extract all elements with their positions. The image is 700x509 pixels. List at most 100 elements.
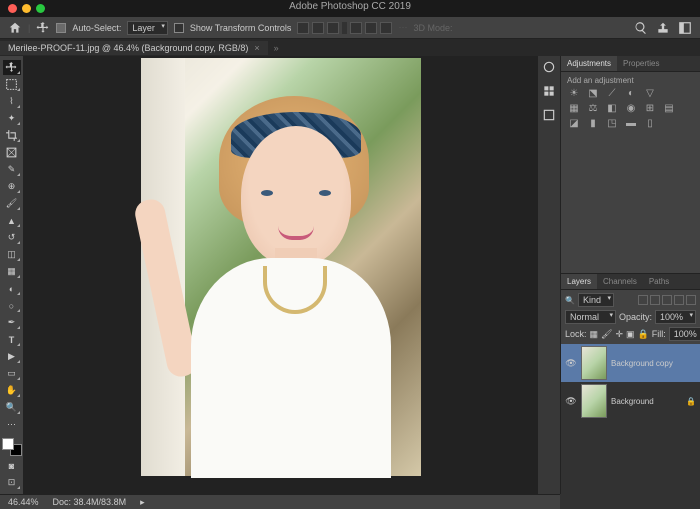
tab-overflow-icon[interactable]: » — [274, 43, 279, 53]
stamp-tool[interactable]: ▲ — [3, 213, 21, 228]
workspace-switcher-icon[interactable] — [678, 21, 692, 35]
fill-field[interactable]: 100% — [669, 327, 700, 341]
hand-tool[interactable]: ✋ — [3, 383, 21, 398]
invert-adjust-icon[interactable]: ◪ — [567, 118, 581, 130]
layer-filter-kind[interactable]: Kind — [578, 293, 614, 307]
auto-select-dropdown[interactable]: Layer — [127, 21, 168, 35]
selective-color-adjust-icon[interactable]: ▯ — [643, 118, 657, 130]
tab-adjustments[interactable]: Adjustments — [561, 56, 617, 71]
gradient-tool[interactable]: ▦ — [3, 264, 21, 279]
auto-select-label: Auto-Select: — [72, 23, 121, 33]
brightness-adjust-icon[interactable]: ☀ — [567, 88, 581, 100]
channel-mixer-adjust-icon[interactable]: ⊞ — [643, 103, 657, 115]
gradient-map-adjust-icon[interactable]: ▬ — [624, 118, 638, 130]
blur-tool[interactable]: ◐ — [3, 281, 21, 296]
eraser-tool[interactable]: ◫ — [3, 247, 21, 262]
blend-mode-dropdown[interactable]: Normal — [565, 310, 616, 324]
search-icon[interactable] — [634, 21, 648, 35]
screen-mode-icon[interactable]: ⊡ — [3, 475, 21, 490]
filter-smart-icon[interactable] — [686, 295, 696, 305]
doc-info[interactable]: Doc: 38.4M/83.8M — [53, 497, 127, 507]
auto-select-checkbox[interactable] — [56, 23, 66, 33]
share-icon[interactable] — [656, 21, 670, 35]
opacity-field[interactable]: 100% — [655, 310, 696, 324]
pen-tool[interactable]: ✒ — [3, 315, 21, 330]
lock-pixels-icon[interactable]: 🖌 — [601, 329, 612, 340]
threshold-adjust-icon[interactable]: ◳ — [605, 118, 619, 130]
align-right-icon[interactable] — [380, 22, 392, 34]
layer-row[interactable]: 👁 Background 🔒 — [561, 382, 700, 420]
vibrance-adjust-icon[interactable]: ▽ — [643, 88, 657, 100]
canvas[interactable] — [23, 56, 538, 494]
lock-position-icon[interactable]: ✛ — [615, 329, 623, 340]
align-vcenter-icon[interactable] — [312, 22, 324, 34]
align-bottom-icon[interactable] — [327, 22, 339, 34]
quick-mask-icon[interactable]: ◙ — [3, 458, 21, 473]
align-left-icon[interactable] — [350, 22, 362, 34]
lasso-tool[interactable]: ⌇ — [3, 94, 21, 109]
close-tab-icon[interactable]: × — [254, 43, 259, 53]
show-transform-checkbox[interactable] — [174, 23, 184, 33]
bw-adjust-icon[interactable]: ◧ — [605, 103, 619, 115]
tab-paths[interactable]: Paths — [643, 274, 675, 289]
filter-type-icon[interactable] — [662, 295, 672, 305]
color-lookup-adjust-icon[interactable]: ▤ — [662, 103, 676, 115]
tab-channels[interactable]: Channels — [597, 274, 643, 289]
swatches-panel-icon[interactable] — [541, 84, 557, 98]
edit-toolbar-icon[interactable]: ⋯ — [3, 417, 21, 432]
status-chevron-icon[interactable]: ▸ — [140, 497, 145, 508]
filter-adjust-icon[interactable] — [650, 295, 660, 305]
libraries-panel-icon[interactable] — [541, 108, 557, 122]
align-top-icon[interactable] — [297, 22, 309, 34]
layer-thumbnail[interactable] — [581, 384, 607, 418]
lock-all-icon[interactable]: 🔒 — [638, 329, 649, 340]
tab-properties[interactable]: Properties — [617, 56, 665, 71]
align-hcenter-icon[interactable] — [365, 22, 377, 34]
posterize-adjust-icon[interactable]: ▮ — [586, 118, 600, 130]
maximize-window-icon[interactable] — [36, 4, 45, 13]
hue-adjust-icon[interactable]: ▦ — [567, 103, 581, 115]
levels-adjust-icon[interactable]: ⬔ — [586, 88, 600, 100]
mode-3d-label: 3D Mode: — [413, 23, 452, 33]
layers-panel: Layers Channels Paths 🔍 Kind — [561, 273, 700, 494]
layer-name[interactable]: Background copy — [611, 359, 673, 368]
marquee-tool[interactable] — [3, 77, 21, 92]
lock-artboard-icon[interactable]: ▣ — [626, 329, 635, 340]
filter-pixel-icon[interactable] — [638, 295, 648, 305]
color-balance-adjust-icon[interactable]: ⚖ — [586, 103, 600, 115]
brush-tool[interactable]: 🖌 — [3, 196, 21, 211]
layer-row[interactable]: 👁 Background copy — [561, 344, 700, 382]
layer-name[interactable]: Background — [611, 397, 654, 406]
lock-transparency-icon[interactable]: ▦ — [590, 329, 599, 340]
history-brush-tool[interactable]: ↺ — [3, 230, 21, 245]
curves-adjust-icon[interactable]: ⟋ — [605, 88, 619, 100]
foreground-color-swatch[interactable] — [2, 438, 14, 450]
zoom-tool[interactable]: 🔍 — [3, 400, 21, 415]
color-panel-icon[interactable] — [541, 60, 557, 74]
move-tool[interactable] — [3, 60, 21, 75]
home-icon[interactable] — [8, 21, 22, 35]
exposure-adjust-icon[interactable]: ◐ — [624, 88, 638, 100]
healing-tool[interactable]: ⊕ — [3, 179, 21, 194]
eyedropper-tool[interactable]: ✎ — [3, 162, 21, 177]
type-tool[interactable]: T — [3, 332, 21, 347]
minimize-window-icon[interactable] — [22, 4, 31, 13]
document-tab[interactable]: Merilee-PROOF-11.jpg @ 46.4% (Background… — [0, 41, 268, 55]
lock-icon: 🔒 — [686, 397, 696, 406]
crop-tool[interactable] — [3, 128, 21, 143]
photo-filter-adjust-icon[interactable]: ◉ — [624, 103, 638, 115]
dodge-tool[interactable]: ○ — [3, 298, 21, 313]
shape-tool[interactable]: ▭ — [3, 366, 21, 381]
opacity-label: Opacity: — [619, 312, 652, 322]
foreground-background-swatch[interactable] — [2, 438, 22, 456]
quick-select-tool[interactable]: ✦ — [3, 111, 21, 126]
filter-shape-icon[interactable] — [674, 295, 684, 305]
path-select-tool[interactable]: ▶ — [3, 349, 21, 364]
visibility-eye-icon[interactable]: 👁 — [565, 396, 577, 407]
zoom-level[interactable]: 46.44% — [8, 497, 39, 507]
close-window-icon[interactable] — [8, 4, 17, 13]
tab-layers[interactable]: Layers — [561, 274, 597, 289]
frame-tool[interactable] — [3, 145, 21, 160]
layer-thumbnail[interactable] — [581, 346, 607, 380]
visibility-eye-icon[interactable]: 👁 — [565, 358, 577, 369]
